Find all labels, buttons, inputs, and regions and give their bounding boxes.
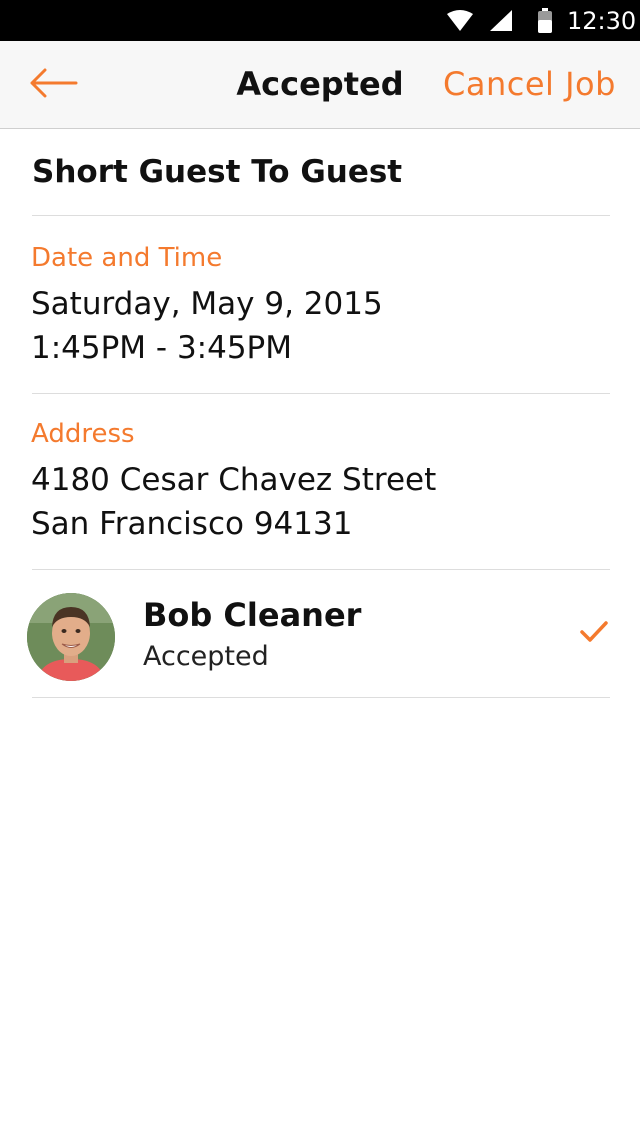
- cancel-job-button[interactable]: Cancel Job: [443, 65, 616, 103]
- app-bar: Accepted Cancel Job: [0, 41, 640, 129]
- page-title: Accepted: [236, 65, 404, 103]
- date-value: Saturday, May 9, 2015: [31, 286, 383, 322]
- battery-icon: [537, 8, 553, 39]
- divider: [32, 569, 610, 570]
- avatar: [27, 593, 115, 681]
- cell-signal-icon: [490, 10, 514, 37]
- divider: [32, 697, 610, 698]
- cleaner-status: Accepted: [143, 641, 269, 672]
- checkmark-icon: [579, 620, 609, 649]
- cleaner-name: Bob Cleaner: [143, 596, 362, 634]
- address-label: Address: [31, 419, 135, 449]
- address-line1: 4180 Cesar Chavez Street: [31, 462, 437, 498]
- divider: [32, 215, 610, 216]
- time-value: 1:45PM - 3:45PM: [31, 330, 293, 366]
- clock: 12:30: [567, 7, 637, 35]
- wifi-icon: [446, 10, 474, 37]
- divider: [32, 393, 610, 394]
- job-title: Short Guest To Guest: [32, 154, 403, 190]
- status-bar: 12:30: [0, 0, 640, 41]
- back-button[interactable]: [22, 61, 86, 105]
- date-time-label: Date and Time: [31, 243, 223, 273]
- address-line2: San Francisco 94131: [31, 506, 353, 542]
